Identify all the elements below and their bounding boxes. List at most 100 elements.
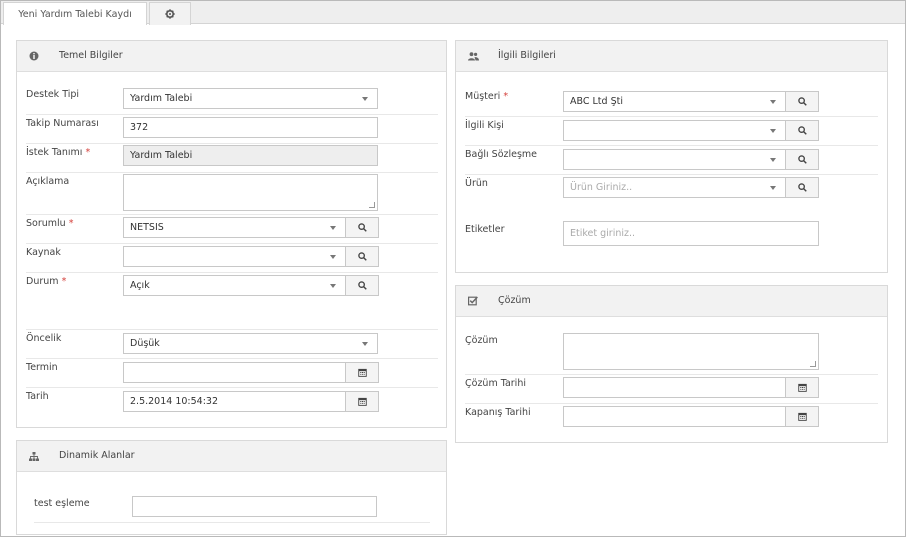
field-label: Müşteri * bbox=[465, 91, 508, 102]
responsible-search-button[interactable] bbox=[345, 217, 379, 238]
form-row-product: Ürün Ürün Giriniz.. bbox=[465, 175, 878, 204]
field-label: Ürün bbox=[465, 178, 488, 189]
resize-grip-icon[interactable] bbox=[810, 361, 816, 367]
form-row-test-mapping: test eşleme bbox=[34, 492, 430, 523]
form-row-solution-date: Çözüm Tarihi bbox=[465, 375, 878, 404]
input-placeholder: Etiket giriniz.. bbox=[570, 228, 636, 239]
form-row-date: Tarih 2.5.2014 10:54:32 bbox=[26, 388, 438, 417]
source-search-button[interactable] bbox=[345, 246, 379, 267]
required-marker: * bbox=[61, 276, 67, 287]
responsible-select[interactable]: NETSIS bbox=[123, 217, 346, 238]
panel-related-info: İlgili Bilgileri Müşteri * ABC Ltd Şti İ… bbox=[455, 40, 888, 273]
form-row-request-definition: İstek Tanımı * Yardım Talebi bbox=[26, 144, 438, 173]
date-input[interactable]: 2.5.2014 10:54:32 bbox=[123, 391, 346, 412]
deadline-calendar-button[interactable] bbox=[345, 362, 379, 383]
select-value: Açık bbox=[130, 280, 150, 291]
caret-down-icon bbox=[330, 284, 336, 288]
closing-date-calendar-button[interactable] bbox=[785, 406, 819, 427]
panel-title: Çözüm bbox=[498, 295, 531, 306]
tab-settings[interactable] bbox=[149, 2, 191, 25]
search-icon bbox=[797, 97, 807, 106]
info-circle-icon bbox=[27, 49, 41, 63]
field-label: Destek Tipi bbox=[26, 89, 80, 100]
form-row-status: Durum * Açık bbox=[26, 273, 438, 330]
required-marker: * bbox=[68, 218, 74, 229]
field-label: Çözüm Tarihi bbox=[465, 378, 526, 389]
panel-header: Temel Bilgiler bbox=[17, 41, 446, 72]
field-label: test eşleme bbox=[34, 498, 90, 509]
related-person-select[interactable] bbox=[563, 120, 786, 141]
label-text: Müşteri bbox=[465, 91, 501, 102]
tab-bar: Yeni Yardım Talebi Kaydı bbox=[1, 1, 905, 25]
request-definition-input[interactable]: Yardım Talebi bbox=[123, 145, 378, 166]
customer-search-button[interactable] bbox=[785, 91, 819, 112]
window-frame: Yeni Yardım Talebi Kaydı Temel Bilgiler … bbox=[0, 0, 906, 537]
status-search-button[interactable] bbox=[345, 275, 379, 296]
field-label: Termin bbox=[26, 362, 58, 373]
priority-select[interactable]: Düşük bbox=[123, 333, 378, 354]
solution-date-calendar-button[interactable] bbox=[785, 377, 819, 398]
panel-header: İlgili Bilgileri bbox=[456, 41, 887, 72]
solution-textarea[interactable] bbox=[563, 333, 819, 370]
form-row-deadline: Termin bbox=[26, 359, 438, 388]
caret-down-icon bbox=[362, 342, 368, 346]
field-label: Durum * bbox=[26, 276, 66, 287]
field-label: Açıklama bbox=[26, 176, 70, 187]
input-value: 372 bbox=[130, 122, 149, 133]
calendar-icon bbox=[797, 383, 807, 392]
product-select[interactable]: Ürün Giriniz.. bbox=[563, 177, 786, 198]
tab-new-support-request[interactable]: Yeni Yardım Talebi Kaydı bbox=[3, 2, 147, 25]
date-calendar-button[interactable] bbox=[345, 391, 379, 412]
search-icon bbox=[797, 155, 807, 164]
field-label: Bağlı Sözleşme bbox=[465, 149, 538, 160]
form-row-source: Kaynak bbox=[26, 244, 438, 273]
label-text: Sorumlu bbox=[26, 218, 66, 229]
resize-grip-icon[interactable] bbox=[369, 202, 375, 208]
caret-down-icon bbox=[362, 97, 368, 101]
label-text: Durum bbox=[26, 276, 59, 287]
related-person-search-button[interactable] bbox=[785, 120, 819, 141]
customer-select[interactable]: ABC Ltd Şti bbox=[563, 91, 786, 112]
form-row-tracking-number: Takip Numarası 372 bbox=[26, 115, 438, 144]
select-value: NETSIS bbox=[130, 222, 164, 233]
product-search-button[interactable] bbox=[785, 177, 819, 198]
solution-date-input[interactable] bbox=[563, 377, 786, 398]
status-select[interactable]: Açık bbox=[123, 275, 346, 296]
description-textarea[interactable] bbox=[123, 174, 378, 211]
panel-title: İlgili Bilgileri bbox=[498, 50, 556, 61]
source-select[interactable] bbox=[123, 246, 346, 267]
form-row-contract: Bağlı Sözleşme bbox=[465, 146, 878, 175]
panel-header: Dinamik Alanlar bbox=[17, 441, 446, 472]
search-icon bbox=[797, 126, 807, 135]
form-row-closing-date: Kapanış Tarihi bbox=[465, 404, 878, 433]
contract-select[interactable] bbox=[563, 149, 786, 170]
select-value: Yardım Talebi bbox=[130, 93, 193, 104]
field-label: İstek Tanımı * bbox=[26, 147, 90, 158]
support-type-select[interactable]: Yardım Talebi bbox=[123, 88, 378, 109]
form-row-description: Açıklama bbox=[26, 173, 438, 215]
panel-solution: Çözüm Çözüm Çözüm Tarihi Kapanış Tarihi bbox=[455, 285, 888, 443]
form-row-related-person: İlgili Kişi bbox=[465, 117, 878, 146]
form-row-solution: Çözüm bbox=[465, 330, 878, 375]
caret-down-icon bbox=[330, 255, 336, 259]
gear-icon bbox=[165, 9, 175, 19]
test-mapping-input[interactable] bbox=[132, 496, 377, 517]
field-label: Tarih bbox=[26, 391, 49, 402]
field-label: Kaynak bbox=[26, 247, 61, 258]
field-label: Kapanış Tarihi bbox=[465, 407, 531, 418]
form-row-responsible: Sorumlu * NETSIS bbox=[26, 215, 438, 244]
caret-down-icon bbox=[770, 100, 776, 104]
calendar-icon bbox=[357, 397, 367, 406]
search-icon bbox=[357, 223, 367, 232]
field-label: Çözüm bbox=[465, 335, 498, 346]
deadline-input[interactable] bbox=[123, 362, 346, 383]
closing-date-input[interactable] bbox=[563, 406, 786, 427]
tracking-number-input[interactable]: 372 bbox=[123, 117, 378, 138]
panel-dynamic-fields: Dinamik Alanlar test eşleme bbox=[16, 440, 447, 535]
contract-search-button[interactable] bbox=[785, 149, 819, 170]
tags-input[interactable]: Etiket giriniz.. bbox=[563, 221, 819, 246]
field-label: Etiketler bbox=[465, 224, 505, 235]
label-text: İstek Tanımı bbox=[26, 147, 83, 158]
calendar-icon bbox=[357, 368, 367, 377]
select-placeholder: Ürün Giriniz.. bbox=[570, 182, 633, 193]
